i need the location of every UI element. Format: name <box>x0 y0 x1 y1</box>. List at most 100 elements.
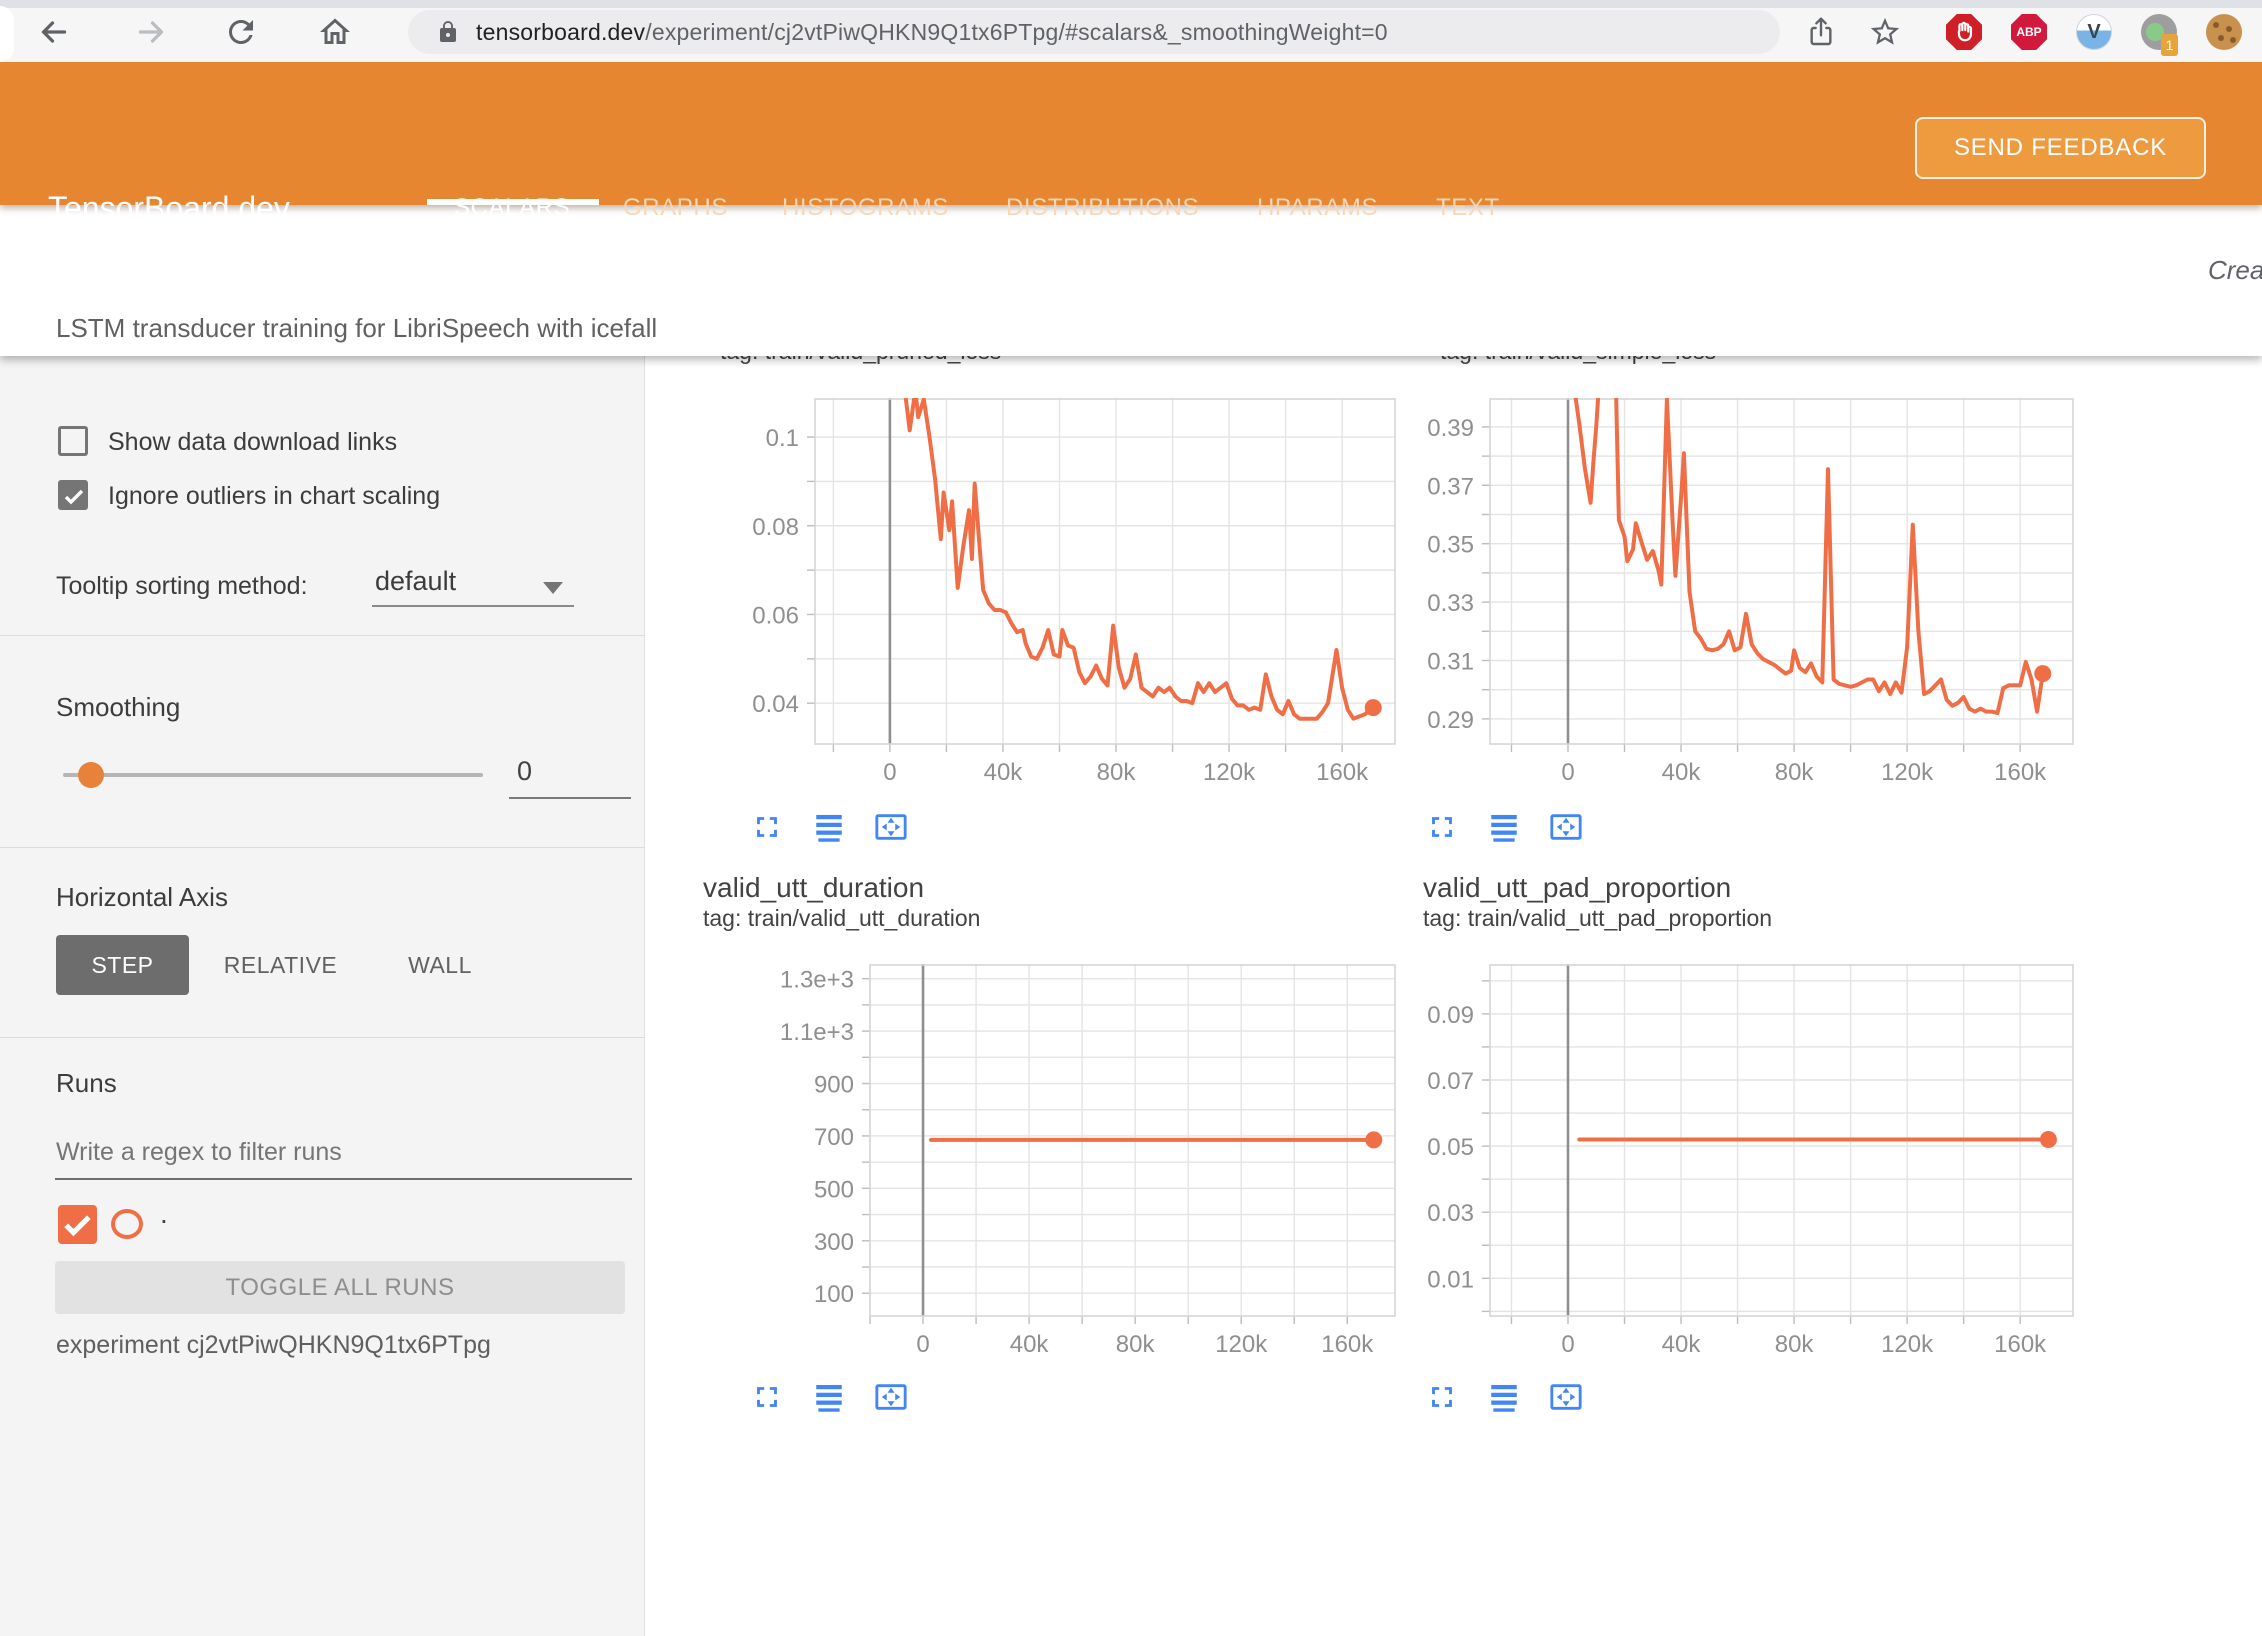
smoothing-slider-track[interactable] <box>63 773 483 777</box>
fullscreen-icon[interactable] <box>1425 1380 1459 1414</box>
tab-hparams[interactable]: HPARAMS <box>1257 194 1378 222</box>
share-icon[interactable] <box>1805 16 1837 48</box>
chart-toolbar <box>750 1380 908 1414</box>
experiment-id-label: experiment cj2vtPiwQHKN9Q1tx6PTpg <box>56 1331 491 1360</box>
scalar-chart[interactable]: 1003005007009001.1e+31.3e+3040k80k120k16… <box>775 964 1423 1360</box>
y-tick-label: 0.33 <box>1427 590 1474 617</box>
runs-selector-icon[interactable] <box>812 810 846 844</box>
tab-text[interactable]: TEXT <box>1436 194 1500 222</box>
fullscreen-icon[interactable] <box>1425 810 1459 844</box>
address-bar[interactable]: tensorboard.dev/experiment/cj2vtPiwQHKN9… <box>408 10 1780 54</box>
chevron-down-icon[interactable] <box>543 582 563 594</box>
scalar-chart-plot[interactable]: 1003005007009001.1e+31.3e+3040k80k120k16… <box>775 964 1423 1360</box>
fullscreen-icon[interactable] <box>750 810 784 844</box>
run-color-swatch[interactable] <box>111 1209 143 1239</box>
fit-domain-icon[interactable] <box>1549 1380 1583 1414</box>
scalars-dashboard: 0.040.060.080.1040k80k120k160k 0.290.310… <box>646 356 2262 1636</box>
x-tick-label: 40k <box>1662 759 1702 786</box>
url-path: /experiment/cj2vtPiwQHKN9Q1tx6PTpg/#scal… <box>645 19 1388 45</box>
tab-distributions[interactable]: DISTRIBUTIONS <box>1006 194 1199 222</box>
axis-step-button[interactable]: STEP <box>56 935 189 995</box>
runs-filter-underline <box>55 1178 632 1180</box>
scalar-chart-plot[interactable]: 0.010.030.050.070.09040k80k120k160k <box>1415 964 2101 1360</box>
browser-toolbar: tensorboard.dev/experiment/cj2vtPiwQHKN9… <box>0 0 2262 62</box>
x-tick-label: 120k <box>1881 1331 1934 1358</box>
chart-toolbar <box>750 810 908 844</box>
series-end-dot <box>1365 699 1382 716</box>
chart-tag: tag: train/valid_utt_pad_proportion <box>1423 905 1772 932</box>
scalar-chart[interactable]: 0.010.030.050.070.09040k80k120k160k <box>1415 964 2101 1360</box>
x-tick-label: 80k <box>1116 1331 1156 1358</box>
adblock-extension-icon[interactable] <box>1946 14 1982 50</box>
horizontal-axis-label: Horizontal Axis <box>56 882 228 913</box>
x-tick-label: 0 <box>916 1331 929 1358</box>
y-tick-label: 0.29 <box>1427 707 1474 734</box>
smoothing-value[interactable]: 0 <box>517 756 532 787</box>
lock-icon <box>436 20 460 44</box>
runs-filter-input[interactable]: Write a regex to filter runs <box>56 1138 342 1167</box>
created-date-partial: Crea <box>2208 255 2262 286</box>
x-tick-label: 160k <box>1321 1331 1374 1358</box>
ignore-outliers-checkbox[interactable] <box>58 480 88 510</box>
fit-domain-icon[interactable] <box>874 1380 908 1414</box>
active-tab-underline <box>427 199 599 205</box>
toggle-all-runs-button[interactable]: TOGGLE ALL RUNS <box>55 1261 625 1314</box>
back-arrow-icon[interactable] <box>36 14 72 50</box>
axis-wall-button[interactable]: WALL <box>404 935 476 995</box>
scalar-chart[interactable]: 0.040.060.080.1040k80k120k160k <box>740 398 1423 788</box>
axis-relative-button[interactable]: RELATIVE <box>219 935 342 995</box>
tooltip-sorting-label: Tooltip sorting method: <box>56 572 308 601</box>
cookie-extension-icon[interactable] <box>2206 14 2242 50</box>
y-tick-label: 0.1 <box>766 425 799 452</box>
x-tick-label: 120k <box>1215 1331 1268 1358</box>
series-end-dot <box>2040 1131 2057 1148</box>
fit-domain-icon[interactable] <box>874 810 908 844</box>
runs-label: Runs <box>56 1068 117 1099</box>
y-tick-label: 900 <box>814 1072 854 1099</box>
fullscreen-icon[interactable] <box>750 1380 784 1414</box>
x-tick-label: 80k <box>1097 759 1137 786</box>
y-tick-label: 0.03 <box>1427 1200 1474 1227</box>
chart-title: valid_utt_pad_proportion <box>1423 872 1731 904</box>
x-tick-label: 40k <box>984 759 1024 786</box>
chart-toolbar <box>1425 1380 1583 1414</box>
abp-extension-icon[interactable]: ABP <box>2011 14 2047 50</box>
x-tick-label: 0 <box>1561 759 1574 786</box>
y-tick-label: 0.05 <box>1427 1134 1474 1161</box>
vimium-extension-icon[interactable]: V <box>2076 14 2112 50</box>
app-header: TensorBoard.dev SCALARS GRAPHS HISTOGRAM… <box>0 62 2262 205</box>
y-tick-label: 100 <box>814 1281 854 1308</box>
fit-domain-icon[interactable] <box>1549 810 1583 844</box>
smoothing-slider-thumb[interactable] <box>78 762 104 788</box>
scalar-chart-plot[interactable]: 0.290.310.330.350.370.39040k80k120k160k <box>1415 398 2101 788</box>
runs-selector-icon[interactable] <box>812 1380 846 1414</box>
show-download-links-checkbox[interactable] <box>58 426 88 456</box>
runs-selector-icon[interactable] <box>1487 810 1521 844</box>
scalar-chart-plot[interactable]: 0.040.060.080.1040k80k120k160k <box>740 398 1423 788</box>
forward-arrow-icon[interactable] <box>133 14 169 50</box>
y-tick-label: 0.35 <box>1427 532 1474 559</box>
reload-icon[interactable] <box>223 14 259 50</box>
y-tick-label: 1.1e+3 <box>780 1019 854 1046</box>
bookmark-star-icon[interactable] <box>1868 15 1902 49</box>
y-tick-label: 0.37 <box>1427 473 1474 500</box>
x-tick-label: 120k <box>1203 759 1256 786</box>
y-tick-label: 700 <box>814 1124 854 1151</box>
x-tick-label: 80k <box>1775 1331 1815 1358</box>
tab-histograms[interactable]: HISTOGRAMS <box>782 194 949 222</box>
url-domain: tensorboard.dev <box>476 19 645 45</box>
url-text: tensorboard.dev/experiment/cj2vtPiwQHKN9… <box>476 19 1388 46</box>
privacy-extension-icon[interactable]: 1 <box>2141 14 2177 50</box>
home-icon[interactable] <box>317 14 353 50</box>
runs-selector-icon[interactable] <box>1487 1380 1521 1414</box>
tab-graphs[interactable]: GRAPHS <box>623 194 728 222</box>
send-feedback-button[interactable]: SEND FEEDBACK <box>1915 117 2206 179</box>
scalar-chart[interactable]: 0.290.310.330.350.370.39040k80k120k160k <box>1415 398 2101 788</box>
y-tick-label: 0.06 <box>752 602 799 629</box>
x-tick-label: 40k <box>1010 1331 1050 1358</box>
run-checkbox[interactable] <box>58 1205 97 1244</box>
run-series-line <box>904 398 1373 719</box>
smoothing-value-underline <box>509 797 631 799</box>
tooltip-sorting-dropdown[interactable]: default <box>375 566 456 597</box>
x-tick-label: 0 <box>1561 1331 1574 1358</box>
